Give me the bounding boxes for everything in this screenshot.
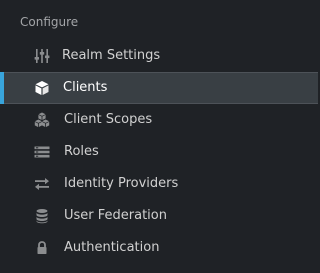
section-title-configure: Configure bbox=[20, 15, 79, 29]
sidebar-item-label: Identity Providers bbox=[64, 176, 179, 191]
sidebar-item-client-scopes[interactable]: Client Scopes bbox=[0, 104, 318, 136]
sidebar-item-authentication[interactable]: Authentication bbox=[0, 232, 318, 264]
cubes-icon bbox=[34, 112, 50, 128]
sidebar-item-label: Client Scopes bbox=[64, 112, 153, 127]
sidebar-item-user-federation[interactable]: User Federation bbox=[0, 200, 318, 232]
sidebar: Configure Realm Settings Clients Client … bbox=[0, 0, 318, 273]
sidebar-item-label: Realm Settings bbox=[62, 48, 161, 63]
lock-icon bbox=[34, 240, 50, 256]
sidebar-item-realm-settings[interactable]: Realm Settings bbox=[0, 40, 318, 72]
sidebar-nav: Realm Settings Clients Client Scopes Rol… bbox=[0, 40, 318, 264]
sidebar-item-identity-providers[interactable]: Identity Providers bbox=[0, 168, 318, 200]
roles-list-icon bbox=[34, 144, 50, 160]
sliders-icon bbox=[34, 48, 50, 64]
sidebar-item-label: Roles bbox=[64, 144, 99, 159]
sidebar-item-label: User Federation bbox=[64, 208, 167, 223]
sidebar-item-label: Authentication bbox=[64, 240, 160, 255]
sidebar-item-label: Clients bbox=[63, 80, 108, 95]
database-icon bbox=[34, 208, 50, 224]
cube-icon bbox=[34, 80, 50, 96]
sidebar-item-clients[interactable]: Clients bbox=[0, 72, 318, 104]
sidebar-item-roles[interactable]: Roles bbox=[0, 136, 318, 168]
exchange-icon bbox=[34, 176, 50, 192]
